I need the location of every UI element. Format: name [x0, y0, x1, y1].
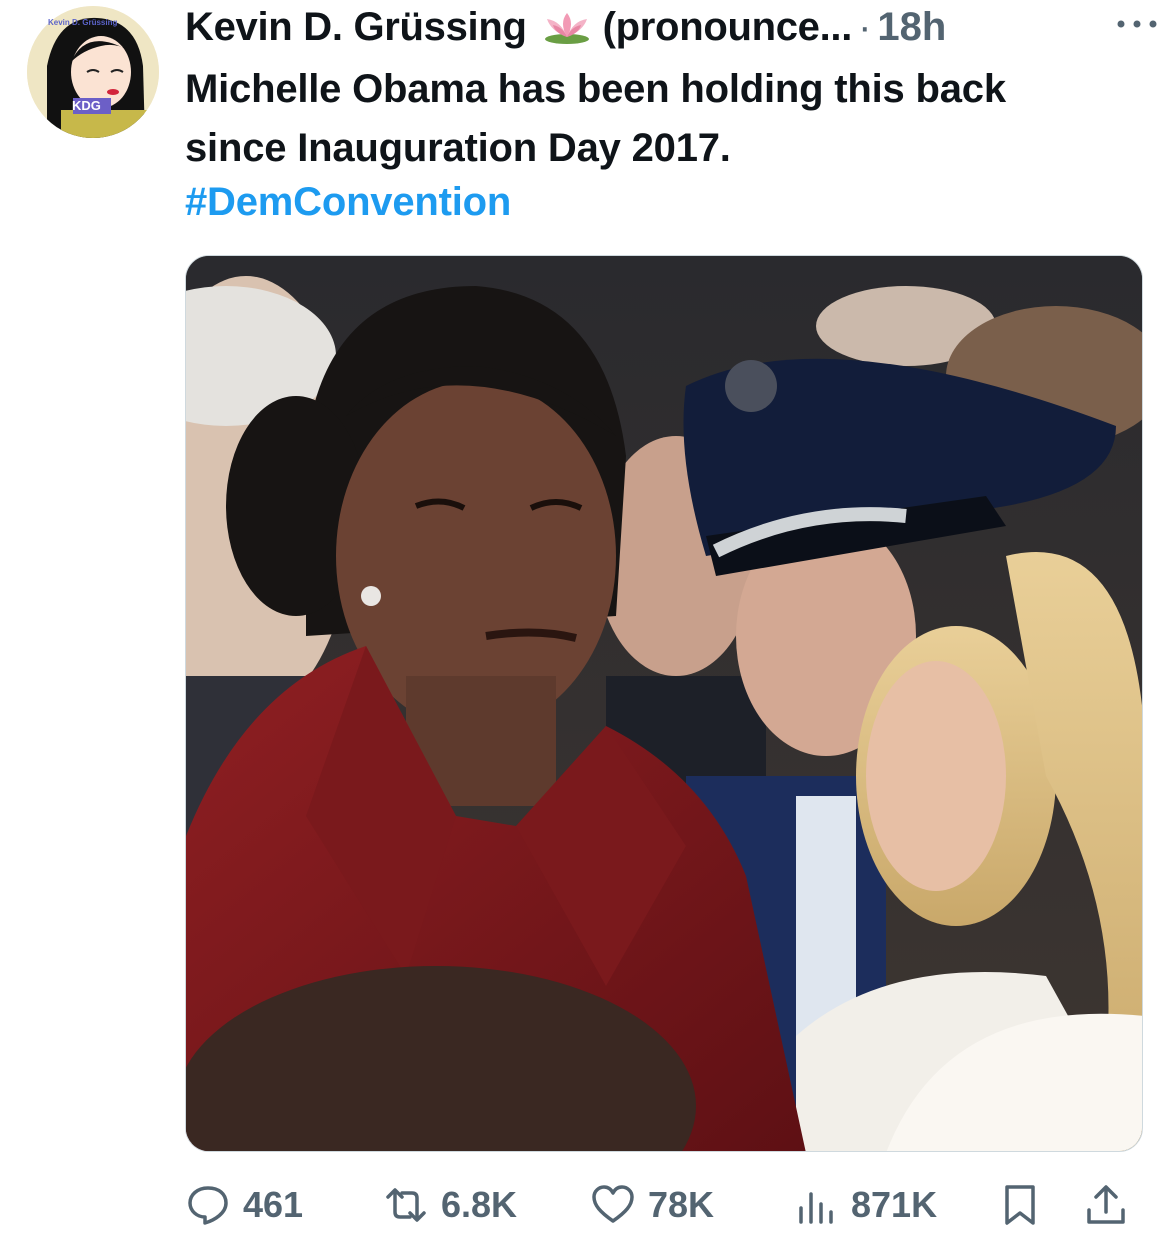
more-icon[interactable] [1114, 14, 1160, 34]
bookmark-button[interactable] [997, 1170, 1043, 1240]
author-handle[interactable]: (pronounce... [603, 5, 853, 50]
avatar-caption: Kevin D. Grüssing [48, 18, 118, 27]
repost-button[interactable]: 6.8K [383, 1170, 517, 1240]
avatar-label: KDG [72, 98, 101, 113]
views-button[interactable]: 871K [793, 1170, 937, 1240]
header-separator: · [858, 4, 872, 49]
tweet-text: Michelle Obama has been holding this bac… [185, 60, 1145, 178]
tweet-text-line-1: Michelle Obama has been holding this bac… [185, 67, 1006, 111]
repost-count: 6.8K [441, 1184, 518, 1225]
tweet-photo[interactable] [185, 255, 1143, 1152]
repost-icon [383, 1182, 429, 1228]
tweet-header: Kevin D. Grüssing (pronounce... · 18h [185, 2, 1145, 52]
views-count: 871K [851, 1184, 938, 1225]
reply-icon [185, 1182, 231, 1228]
share-icon [1083, 1182, 1129, 1228]
hashtag-link[interactable]: #DemConvention [185, 177, 511, 227]
reply-button[interactable]: 461 [185, 1170, 303, 1240]
tweet-actions: 461 6.8K 78K 871K [185, 1170, 1145, 1240]
heart-icon [590, 1182, 636, 1228]
timestamp[interactable]: 18h [877, 5, 946, 50]
views-icon [793, 1182, 839, 1228]
tweet-text-line-2: since Inauguration Day 2017. [185, 126, 731, 170]
share-button[interactable] [1083, 1170, 1129, 1240]
author-name[interactable]: Kevin D. Grüssing [185, 5, 527, 50]
lotus-icon [541, 9, 593, 45]
like-button[interactable]: 78K [590, 1170, 714, 1240]
like-count: 78K [648, 1184, 715, 1225]
reply-count: 461 [243, 1184, 304, 1225]
bookmark-icon [997, 1182, 1043, 1228]
